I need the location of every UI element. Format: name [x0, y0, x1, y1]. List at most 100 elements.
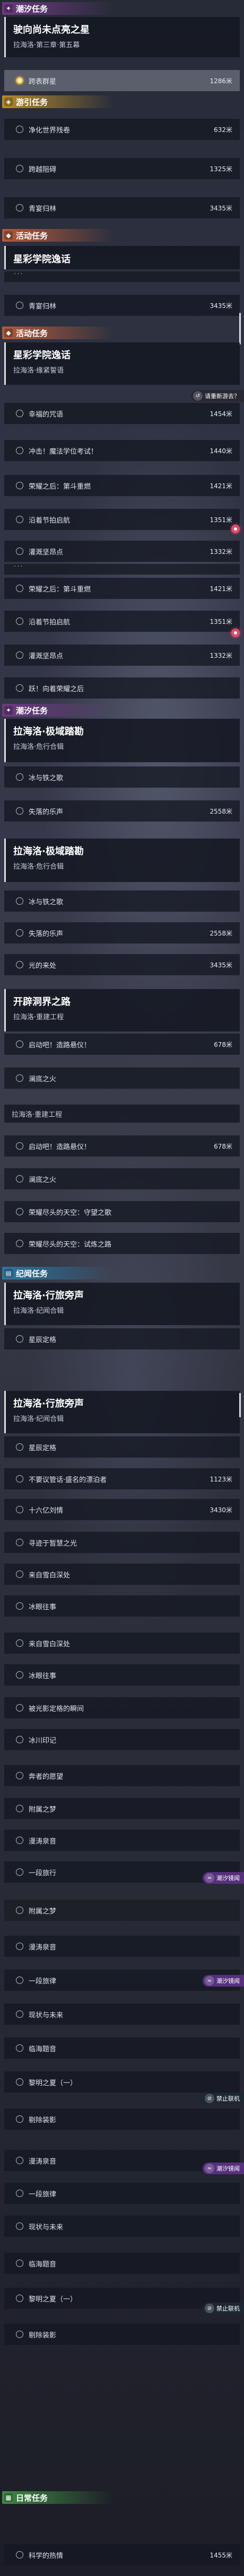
revisit-badge[interactable]: ↺ 请重新游去？ [191, 390, 244, 402]
quest-step[interactable]: 星辰定格 [4, 1436, 240, 1458]
quest-step[interactable]: 来自雪白深处 [4, 1633, 240, 1654]
step-icon [16, 165, 23, 172]
quest-step[interactable]: 青宴归林 3435米 [4, 197, 240, 218]
section-kinumo[interactable]: ▤ 纪闻任务 [2, 1267, 114, 1280]
quest-step[interactable]: 冰眼往事 [4, 1595, 240, 1617]
step-icon [16, 1335, 23, 1343]
track-marker-icon[interactable] [231, 525, 240, 533]
quest-step[interactable]: 灌溉坚昂点 1332米 [4, 645, 240, 666]
step-icon [16, 204, 23, 211]
step-label: 黎明之夏（一） [29, 2079, 77, 2087]
step-label: 冰川印记 [29, 1736, 57, 1745]
step-icon [16, 1475, 23, 1483]
step-icon [16, 2190, 23, 2197]
section-activity[interactable]: ◆ 活动任务 [2, 229, 114, 242]
quest-step[interactable]: 来自雪白深处 [4, 1564, 240, 1585]
step-icon [16, 2551, 23, 2559]
quest-step[interactable]: 被光影定格的瞬间 [4, 1697, 240, 1718]
step-label: 澜底之火 [29, 1176, 57, 1184]
step-distance: 1325米 [210, 165, 232, 173]
quest-step[interactable]: 剔除装影 [4, 2324, 240, 2345]
activity-icon: ◆ [4, 231, 13, 240]
quest-step[interactable]: 冰川印记 [4, 1729, 240, 1750]
scrollbar[interactable] [239, 1393, 241, 1417]
quest-step[interactable]: 失落的乐声 2558米 [4, 800, 240, 822]
quest-step[interactable]: 科学的热情 1455米 [4, 2544, 240, 2565]
quest-step[interactable]: 沿着节拍启航 1351米 [4, 509, 240, 530]
tide-feedback-badge[interactable]: ≈ 潮汐镜闻 [203, 1975, 244, 1987]
step-icon [16, 1240, 23, 1247]
quest-step[interactable]: 荣耀尽头的天空：试炼之路 [4, 1233, 240, 1254]
quest-card[interactable]: 拉海洛·行旅旁声 拉海洛·纪闻合辑 [4, 1283, 240, 1325]
quest-step[interactable]: 现状与未来 [4, 2004, 240, 2025]
quest-step[interactable]: 灌溉坚昂点 1332米 [4, 541, 240, 562]
step-label: 灌溉坚昂点 [29, 548, 64, 557]
quest-card[interactable]: 开辟洞界之路 拉海洛·重建工程 [4, 989, 240, 1031]
quest-step[interactable]: 失落的乐声 2558米 [4, 922, 240, 943]
step-icon [16, 684, 23, 692]
quest-step[interactable]: 漫涛泉音 [4, 1936, 240, 1957]
step-icon [16, 1443, 23, 1451]
quest-step[interactable]: 澜底之火 [4, 1168, 240, 1189]
quest-step[interactable]: 跨越阻碍 1325米 [4, 158, 240, 179]
quest-step[interactable]: 荣耀之后：第斗重燃 1421米 [4, 475, 240, 496]
step-icon [16, 1539, 23, 1546]
quest-step[interactable]: 一段旅律 [4, 2183, 240, 2204]
badge-label: 潮汐镜闻 [216, 1875, 240, 1882]
quest-step[interactable]: 跃！向着荣耀之后 [4, 677, 240, 699]
quest-step[interactable]: 现状与未来 [4, 2216, 240, 2237]
quest-step[interactable]: 黎明之夏（一） [4, 2071, 240, 2093]
quest-step[interactable]: 十六亿刘情 3430米 [4, 1499, 240, 1520]
quest-step[interactable]: 星辰定格 [4, 1328, 240, 1349]
quest-step[interactable]: 冲击！魔法学位考试！ 1440米 [4, 440, 240, 461]
quest-step[interactable]: 冰与铁之歌 [4, 890, 240, 912]
quest-step[interactable]: 荣耀之后：第斗重燃 1421米 [4, 578, 240, 599]
quest-card[interactable]: 拉海洛·行旅旁声 拉海洛·纪闻合辑 [4, 1391, 240, 1433]
section-daily[interactable]: ▦ 日常任务 [2, 2491, 114, 2504]
quest-step[interactable]: 寻迹于暂慧之光 [4, 1532, 240, 1553]
quest-step[interactable]: 冰眼往事 [4, 1664, 240, 1686]
quest-step[interactable]: 奔者的愿望 [4, 1765, 240, 1786]
tide-feedback-badge[interactable]: ≈ 潮汐镜闻 [203, 2163, 244, 2174]
quest-step[interactable]: 临海题音 [4, 2037, 240, 2059]
quest-step[interactable]: 不要议管话·盛名的漂泊者 1123米 [4, 1468, 240, 1489]
quest-step[interactable]: 附属之梦 [4, 1900, 240, 1921]
section-tide[interactable]: ✦ 潮汐任务 [2, 704, 114, 717]
collapsed-steps [4, 563, 240, 575]
scrollbar[interactable] [239, 313, 241, 345]
quest-subtitle[interactable]: 拉海洛·重建工程 [4, 1105, 240, 1123]
quest-card[interactable]: 拉海洛·极域踏勘 拉海洛·危行合辑 [4, 839, 240, 882]
section-tide[interactable]: ✦ 潮汐任务 [2, 2, 114, 15]
quest-step[interactable]: 澜底之火 [4, 1068, 240, 1089]
step-icon [16, 617, 23, 625]
quest-subtitle: 拉海洛·纪闻合辑 [13, 1415, 64, 1423]
quest-card[interactable]: 驶向尚未点亮之星 拉海洛·第三章·第五幕 [4, 17, 240, 57]
quest-step[interactable]: 荣耀尽头的天空：守望之歌 [4, 1201, 240, 1222]
quest-step[interactable]: 青宴归林 3435米 [4, 295, 240, 316]
section-activity[interactable]: ◆ 活动任务 [2, 327, 114, 339]
quest-step[interactable]: 沿着节拍启航 1351米 [4, 611, 240, 632]
quest-card[interactable]: 星彩学院逸话 拉海洛·缘紧誓语 [4, 342, 240, 385]
no-coop-badge[interactable]: ⊘ 禁止联机 [203, 2093, 244, 2104]
quest-step[interactable]: 幸福的咒语 1454米 [4, 403, 240, 424]
quest-card[interactable]: 拉海洛·极域踏勘 拉海洛·危行合辑 [4, 719, 240, 762]
step-label: 临海题音 [29, 2260, 57, 2269]
quest-step[interactable]: 临海题音 [4, 2253, 240, 2274]
quest-step[interactable]: 启动吧！造路悬仪！ 678米 [4, 1034, 240, 1055]
step-label: 科学的热情 [29, 2552, 64, 2560]
quest-step[interactable]: 附属之梦 [4, 1798, 240, 1819]
quest-step[interactable]: 启动吧！造路悬仪！ 678米 [4, 1135, 240, 1157]
quest-card[interactable]: 星彩学院逸话 [4, 246, 240, 269]
quest-step[interactable]: 光的来处 3435米 [4, 954, 240, 975]
quest-step[interactable]: 跨表群星 1286米 [4, 70, 240, 91]
track-marker-icon[interactable] [231, 629, 240, 637]
quest-step[interactable]: 冰与铁之歌 [4, 766, 240, 788]
quest-step[interactable]: 剔除装影 [4, 2109, 240, 2130]
tide-feedback-badge[interactable]: ≈ 潮汐镜闻 [203, 1872, 244, 1884]
no-coop-badge[interactable]: ⊘ 禁止联机 [203, 2302, 244, 2314]
quest-step[interactable]: 净化世界残卷 632米 [4, 119, 240, 140]
step-icon [16, 447, 23, 454]
quest-step[interactable]: 漫涛泉音 [4, 1830, 240, 1851]
section-ren[interactable]: ◈ 游引任务 [2, 95, 114, 108]
section-title: 潮汐任务 [16, 705, 48, 716]
